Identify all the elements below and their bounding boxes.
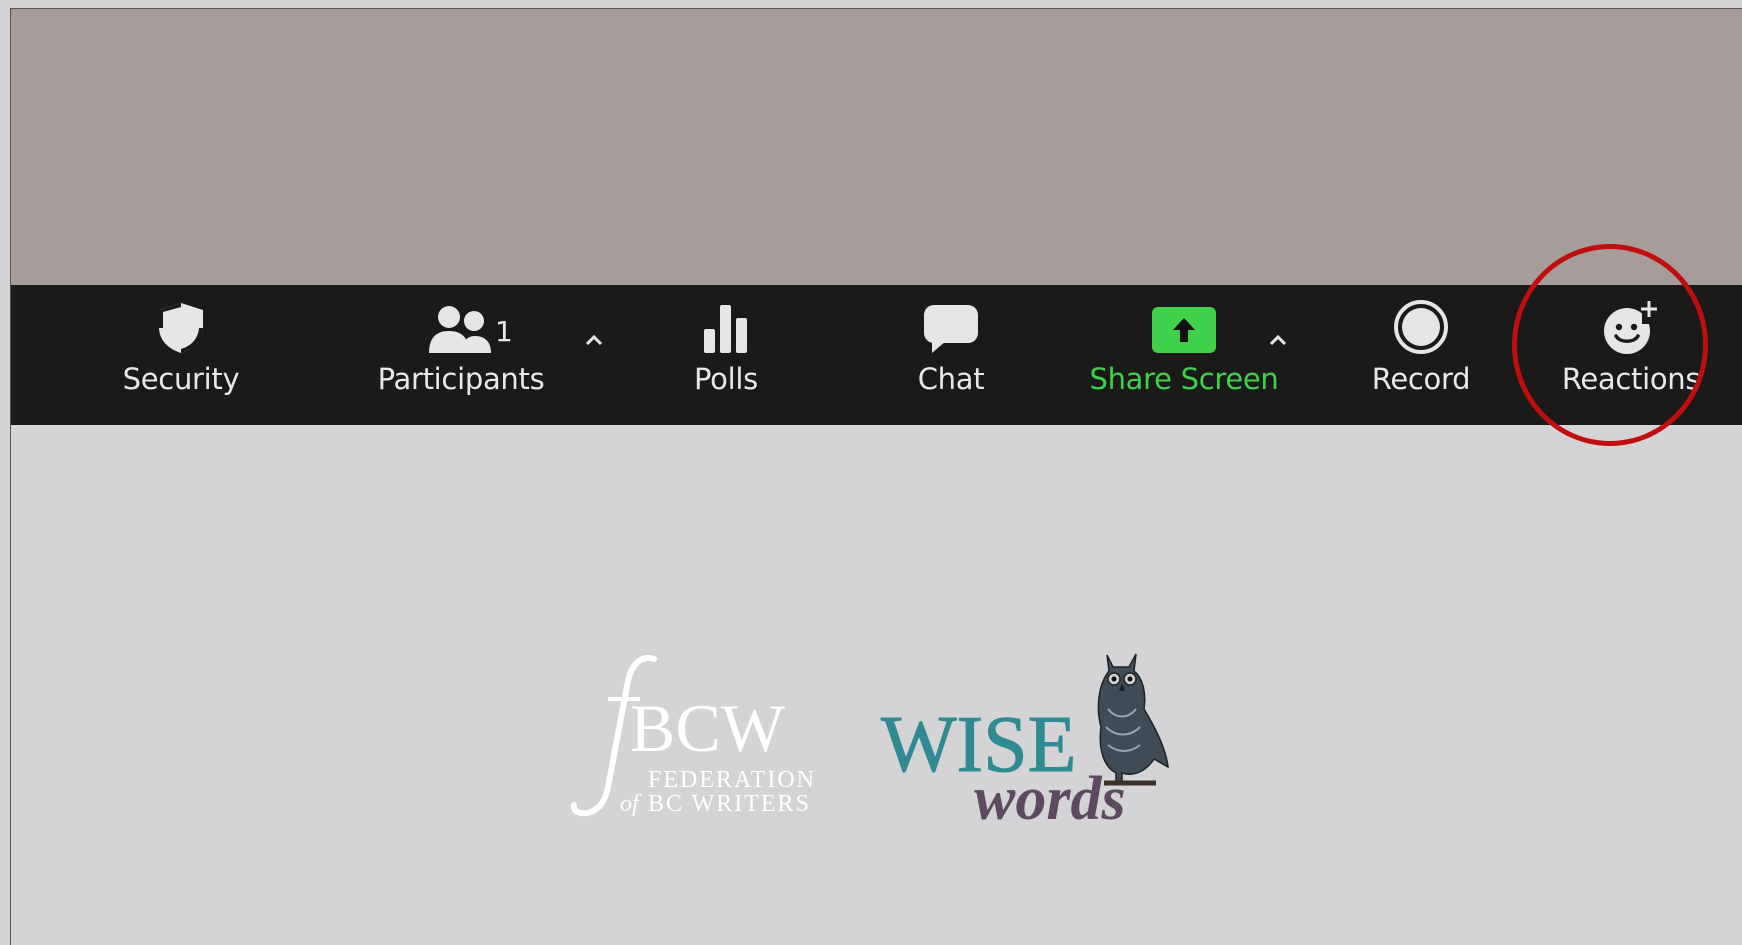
video-area	[11, 9, 1742, 285]
fbcw-logo: BCW FEDERATION of BC WRITERS	[570, 655, 816, 817]
share-screen-icon	[1151, 285, 1217, 361]
wisewords-logo: WISE words	[881, 653, 1169, 833]
meeting-toolbar: Security Participants 1 Polls Chat Share…	[11, 285, 1742, 425]
polls-icon	[701, 285, 751, 361]
participants-options-chevron-up-icon[interactable]	[579, 325, 609, 355]
participants-button[interactable]: Participants	[366, 285, 556, 425]
security-button[interactable]: Security	[111, 285, 251, 425]
fbcw-line2: BC WRITERS	[648, 791, 811, 817]
polls-label: Polls	[694, 362, 758, 396]
record-button[interactable]: Record	[1361, 285, 1481, 425]
fbcw-line1: FEDERATION	[648, 767, 816, 793]
shield-icon	[156, 285, 206, 361]
reactions-icon	[1601, 285, 1661, 361]
reactions-button[interactable]: Reactions	[1556, 285, 1706, 425]
sponsor-logos: BCW FEDERATION of BC WRITERS WISE words	[556, 649, 1196, 833]
chat-button[interactable]: Chat	[891, 285, 1011, 425]
share-screen-label: Share Screen	[1089, 362, 1279, 396]
words-text: words	[974, 765, 1126, 829]
record-icon	[1393, 285, 1449, 361]
fbcw-mark: BCW	[630, 690, 786, 766]
share-screen-options-chevron-up-icon[interactable]	[1263, 325, 1293, 355]
security-label: Security	[122, 362, 240, 396]
participants-label: Participants	[377, 362, 545, 396]
record-label: Record	[1371, 362, 1471, 396]
reactions-label: Reactions	[1561, 362, 1701, 396]
meeting-window: Security Participants 1 Polls Chat Share…	[10, 8, 1742, 945]
owl-icon	[1097, 653, 1169, 786]
participants-icon	[427, 285, 495, 361]
chat-label: Chat	[917, 362, 985, 396]
fbcw-of: of	[620, 791, 642, 817]
share-screen-button[interactable]: Share Screen	[1081, 285, 1287, 425]
polls-button[interactable]: Polls	[671, 285, 781, 425]
participant-count: 1	[495, 315, 513, 348]
chat-icon	[922, 285, 980, 361]
